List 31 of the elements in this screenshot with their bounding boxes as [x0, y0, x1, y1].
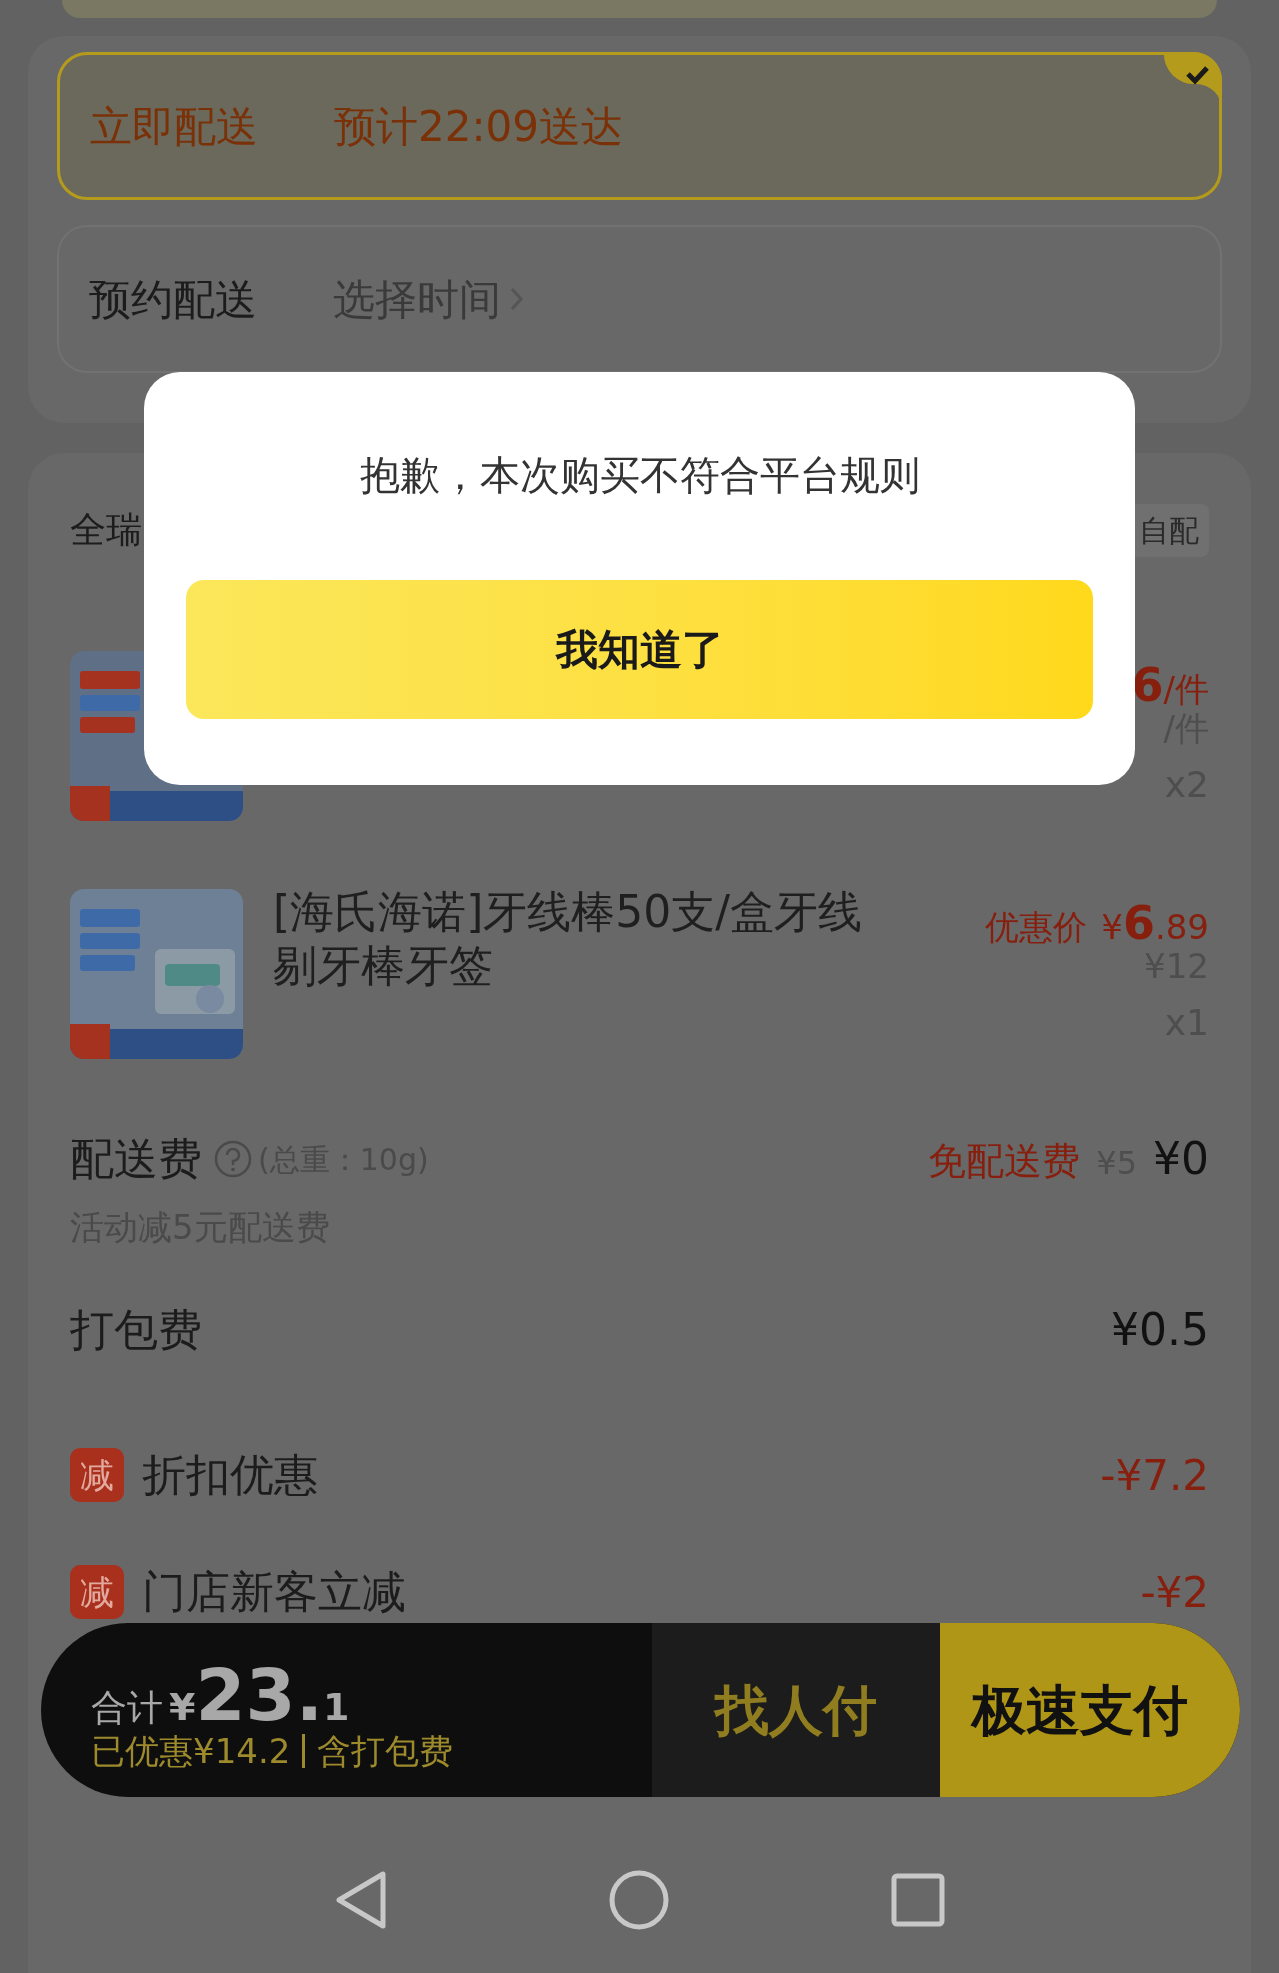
- discount-label: 折扣优惠: [142, 1448, 318, 1502]
- recent-apps-icon[interactable]: [890, 1873, 945, 1927]
- option-detail: 预计22:09送达: [334, 100, 624, 153]
- discount-price: ¥6.89: [1101, 895, 1209, 952]
- option-label: 立即配送: [90, 100, 258, 153]
- discount-label: 门店新客立减: [142, 1565, 406, 1619]
- product-title: [海氏海诺]牙线棒50支/盒牙线剔牙棒牙签: [273, 885, 864, 993]
- discount-amount: -¥7.2: [1100, 1449, 1209, 1502]
- discount-badge: 减: [70, 1565, 124, 1619]
- total-label: 合计: [91, 1690, 163, 1726]
- total-amount: ¥23.1: [169, 1659, 350, 1731]
- fast-pay-button[interactable]: 极速支付: [940, 1623, 1240, 1797]
- discount-badge: 减: [70, 1448, 124, 1502]
- free-delivery-label: 免配送费: [928, 1138, 1081, 1185]
- back-icon[interactable]: [334, 1870, 387, 1930]
- store-name: 全瑞: [70, 508, 142, 552]
- fee-label: 配送费: [70, 1132, 202, 1186]
- help-icon: [214, 1140, 252, 1178]
- fee-amount: ¥0: [1153, 1132, 1209, 1186]
- home-icon[interactable]: [608, 1870, 669, 1930]
- discount-price: 6/件: [1131, 657, 1209, 713]
- confirm-button[interactable]: 我知道了: [186, 580, 1093, 719]
- discount-amount: -¥2: [1140, 1566, 1209, 1619]
- fee-amount: ¥0.5: [1111, 1303, 1209, 1357]
- dialog-message: 抱歉，本次购买不符合平台规则: [359, 451, 920, 500]
- packing-note: 含打包费: [317, 1731, 454, 1771]
- price-label: 优惠价: [985, 906, 1088, 949]
- fee-label: 打包费: [70, 1303, 202, 1357]
- savings-note: 已优惠¥14.2: [91, 1731, 291, 1771]
- pay-by-friend-button[interactable]: 找人付: [652, 1623, 940, 1797]
- option-label: 预约配送: [89, 273, 257, 326]
